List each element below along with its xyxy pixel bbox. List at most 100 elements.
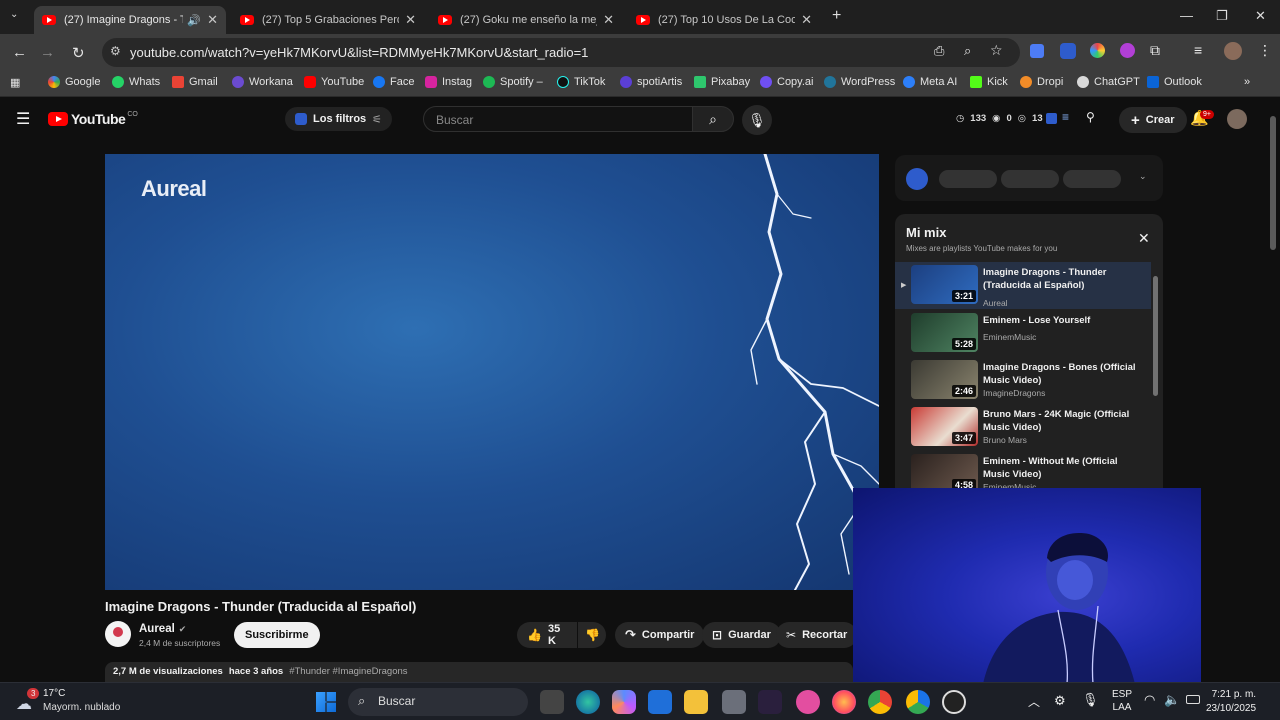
page-scrollbar[interactable] (1270, 116, 1276, 250)
tab-grabaciones[interactable]: (27) Top 5 Grabaciones Perdidas ✕ (232, 6, 424, 34)
chrome-dev-icon[interactable] (906, 690, 930, 714)
playlist-item[interactable]: 5:28 Eminem - Lose Yourself EminemMusic (895, 310, 1151, 357)
battery-icon[interactable] (1186, 695, 1200, 704)
channel-name[interactable]: Aureal ✔ (139, 623, 186, 635)
obs-icon[interactable] (942, 690, 966, 714)
chevron-down-icon[interactable]: ⌄ (1139, 171, 1147, 182)
tab-search-dropdown-icon[interactable]: ⌄ (10, 9, 18, 20)
firefox-icon[interactable] (832, 690, 856, 714)
bookmark-tiktok[interactable]: TikTok (557, 76, 605, 88)
youtube-logo[interactable]: YouTube CO (48, 111, 138, 127)
mic-tray-icon[interactable]: 🎙 (1082, 692, 1099, 708)
more-bookmarks-icon[interactable]: » (1244, 76, 1250, 88)
zoom-icon[interactable]: ⌕ (964, 43, 971, 59)
bookmark-spotiartis[interactable]: spotiArtis (620, 76, 682, 88)
bookmark-whats[interactable]: Whats (112, 76, 160, 88)
language-indicator[interactable]: ESP LAA (1112, 688, 1132, 714)
install-icon[interactable]: ⎙ (934, 43, 944, 59)
playlist-item[interactable]: ▶ 3:21 Imagine Dragons - Thunder (Traduc… (895, 262, 1151, 309)
bookmark-pixabay[interactable]: Pixabay (694, 76, 750, 88)
bookmark-instag[interactable]: Instag (425, 76, 472, 88)
maximize-icon[interactable]: ❐ (1216, 8, 1228, 24)
chrome-icon[interactable] (868, 690, 892, 714)
forward-icon[interactable]: → (40, 44, 55, 61)
iq-extension-icon[interactable] (1046, 113, 1057, 124)
bookmark-outlook[interactable]: Outlook (1147, 76, 1202, 88)
close-tab-icon[interactable]: ✕ (207, 12, 218, 28)
new-tab-button[interactable]: + (832, 7, 841, 25)
clip-button[interactable]: ✂ Recortar (776, 622, 858, 648)
reload-icon[interactable]: ↻ (72, 44, 85, 62)
pin-extension-icon[interactable]: ⚲ (1086, 110, 1095, 124)
tray-app-icon[interactable]: ⚙ (1054, 693, 1066, 709)
browser-menu-icon[interactable]: ⋮ (1258, 42, 1272, 59)
bookmark-chatgpt[interactable]: ChatGPT (1077, 76, 1140, 88)
bookmark-copyai[interactable]: Copy.ai (760, 76, 813, 88)
store-icon[interactable] (648, 690, 672, 714)
capcut-icon[interactable] (758, 690, 782, 714)
taskbar-search[interactable]: ⌕ Buscar (348, 688, 528, 716)
snipping-tool-icon[interactable] (796, 690, 820, 714)
playlist-item[interactable]: 3:47 Bruno Mars - 24K Magic (Official Mu… (895, 404, 1151, 451)
wifi-icon[interactable]: ◠ (1144, 692, 1155, 708)
subscribe-button[interactable]: Suscribirme (234, 622, 320, 648)
bookmark-face[interactable]: Face (373, 76, 414, 88)
bookmark-star-icon[interactable]: ☆ (990, 42, 1003, 59)
close-tab-icon[interactable]: ✕ (405, 12, 416, 28)
search-button[interactable]: ⌕ (692, 106, 734, 132)
clock[interactable]: 7:21 p. m. 23/10/2025 (1206, 688, 1256, 716)
profile-avatar[interactable] (1224, 42, 1242, 60)
dislike-button[interactable]: 👎 (578, 622, 606, 648)
list-extension-icon[interactable]: ≡ (1062, 110, 1069, 124)
extension-iq-icon[interactable] (1060, 43, 1076, 59)
video-player[interactable]: Aureal (105, 154, 879, 590)
back-icon[interactable]: ← (12, 44, 27, 61)
media-control-icon[interactable]: ≡ (1194, 42, 1202, 58)
hamburger-menu-icon[interactable]: ☰ (16, 109, 30, 129)
playlist-scrollbar[interactable] (1153, 276, 1158, 396)
bookmark-google[interactable]: Google (48, 76, 100, 88)
playlist-item[interactable]: 2:46 Imagine Dragons - Bones (Official M… (895, 357, 1151, 404)
save-button[interactable]: ⊡ Guardar (702, 622, 781, 648)
close-tab-icon[interactable]: ✕ (603, 12, 614, 28)
extension-color-icon[interactable] (1090, 43, 1105, 58)
filters-button[interactable]: Los filtros ⚟ (285, 107, 393, 131)
share-button[interactable]: ↷ Compartir (615, 622, 705, 648)
bookmark-gmail[interactable]: Gmail (172, 76, 218, 88)
weather-widget[interactable]: ☁ 3 17°C Mayorm. nublado (14, 687, 134, 717)
tab-goku[interactable]: (27) Goku me enseño la mejor ✕ (430, 6, 622, 34)
app-shield-icon[interactable] (722, 690, 746, 714)
bookmark-spotify[interactable]: Spotify – (483, 76, 543, 88)
extensions-puzzle-icon[interactable]: ⧉ (1150, 42, 1160, 59)
channel-avatar[interactable] (105, 621, 131, 647)
apps-grid-icon[interactable]: ▦ (10, 76, 20, 89)
like-button[interactable]: 👍 35 K (517, 622, 577, 648)
close-playlist-icon[interactable]: ✕ (1138, 230, 1150, 247)
copilot-icon[interactable] (612, 690, 636, 714)
iq-logo-icon[interactable] (906, 168, 928, 190)
extension-download-icon[interactable] (1120, 43, 1135, 58)
task-view-icon[interactable] (540, 690, 564, 714)
extension-tag-icon[interactable] (1030, 44, 1044, 58)
bookmark-dropi[interactable]: Dropi (1020, 76, 1063, 88)
bookmark-kick[interactable]: Kick (970, 76, 1008, 88)
search-input[interactable]: Buscar (423, 106, 693, 132)
voice-search-button[interactable]: 🎙 (742, 105, 772, 135)
show-hidden-icons[interactable]: ︿ (1028, 693, 1040, 710)
iq-chip[interactable] (1063, 170, 1121, 188)
windows-start-icon[interactable] (316, 692, 336, 712)
iq-chip[interactable] (1001, 170, 1059, 188)
iq-chip[interactable] (939, 170, 997, 188)
close-window-icon[interactable]: ✕ (1255, 8, 1266, 24)
account-avatar[interactable] (1227, 109, 1247, 129)
edge-icon[interactable] (576, 690, 600, 714)
tab-thunder[interactable]: (27) Imagine Dragons - Thunder 🔊 ✕ (34, 6, 226, 34)
description-box[interactable]: 2,7 M de visualizaciones hace 3 años #Th… (105, 662, 853, 682)
tab-coca-cola[interactable]: (27) Top 10 Usos De La Coca-Cola ✕ (628, 6, 820, 34)
speaker-icon[interactable]: 🔊 (187, 14, 201, 27)
site-info-icon[interactable]: ⚙ (110, 44, 121, 58)
address-bar[interactable]: ⚙ youtube.com/watch?v=yeHk7MKorvU&list=R… (102, 38, 1020, 67)
bookmark-wordpress[interactable]: WordPress (824, 76, 895, 88)
file-explorer-icon[interactable] (684, 690, 708, 714)
bookmark-meta-ai[interactable]: Meta AI (903, 76, 957, 88)
